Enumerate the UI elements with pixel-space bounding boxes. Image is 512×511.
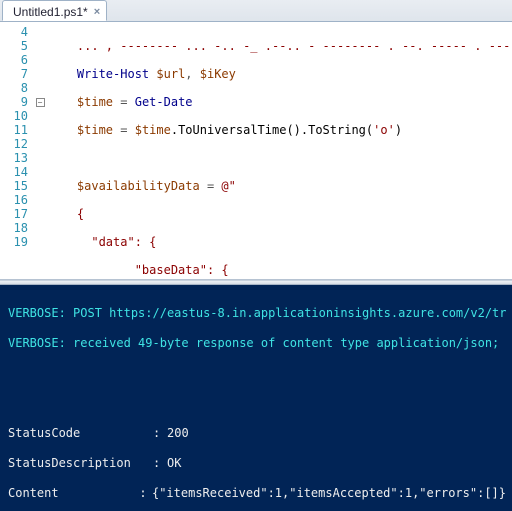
code-line: ... , -------- ... -.. -_ .--.. - ------… — [48, 39, 512, 53]
line-number: 19 — [0, 235, 28, 249]
line-number: 9 — [0, 95, 28, 109]
line-number: 6 — [0, 53, 28, 67]
file-tab[interactable]: Untitled1.ps1* × — [2, 0, 107, 21]
tab-title: Untitled1.ps1* — [13, 5, 88, 19]
fold-toggle-icon[interactable]: − — [36, 98, 45, 107]
verbose-line: VERBOSE: POST https://eastus-8.in.applic… — [8, 306, 506, 321]
fold-gutter: − — [34, 22, 46, 279]
line-number-gutter: 4 5 6 7 8 9 10 11 12 13 14 15 16 17 18 1… — [0, 22, 34, 279]
line-number: 13 — [0, 151, 28, 165]
line-number: 4 — [0, 25, 28, 39]
blank-line — [8, 396, 506, 411]
line-number: 7 — [0, 67, 28, 81]
line-number: 11 — [0, 123, 28, 137]
code-editor[interactable]: 4 5 6 7 8 9 10 11 12 13 14 15 16 17 18 1… — [0, 22, 512, 280]
line-number: 10 — [0, 109, 28, 123]
line-number: 14 — [0, 165, 28, 179]
code-line — [48, 151, 512, 165]
code-area[interactable]: ... , -------- ... -.. -_ .--.. - ------… — [46, 22, 512, 279]
output-row: Content:{"itemsReceived":1,"itemsAccepte… — [8, 486, 506, 501]
code-line: $time = $time.ToUniversalTime().ToString… — [48, 123, 512, 137]
line-number: 8 — [0, 81, 28, 95]
console-output[interactable]: VERBOSE: POST https://eastus-8.in.applic… — [0, 285, 512, 511]
code-line: "data": { — [48, 235, 512, 249]
output-row: StatusDescription:OK — [8, 456, 506, 471]
line-number: 12 — [0, 137, 28, 151]
code-line: Write-Host $url, $iKey — [48, 67, 512, 81]
tab-bar: Untitled1.ps1* × — [0, 0, 512, 22]
line-number: 16 — [0, 193, 28, 207]
line-number: 17 — [0, 207, 28, 221]
output-row: StatusCode:200 — [8, 426, 506, 441]
verbose-line: VERBOSE: received 49-byte response of co… — [8, 336, 506, 351]
line-number: 18 — [0, 221, 28, 235]
code-line: $time = Get-Date — [48, 95, 512, 109]
code-line: "baseData": { — [48, 263, 512, 277]
line-number: 5 — [0, 39, 28, 53]
code-line: $availabilityData = @" — [48, 179, 512, 193]
code-line: { — [48, 207, 512, 221]
blank-line — [8, 366, 506, 381]
line-number: 15 — [0, 179, 28, 193]
close-icon[interactable]: × — [94, 6, 100, 18]
